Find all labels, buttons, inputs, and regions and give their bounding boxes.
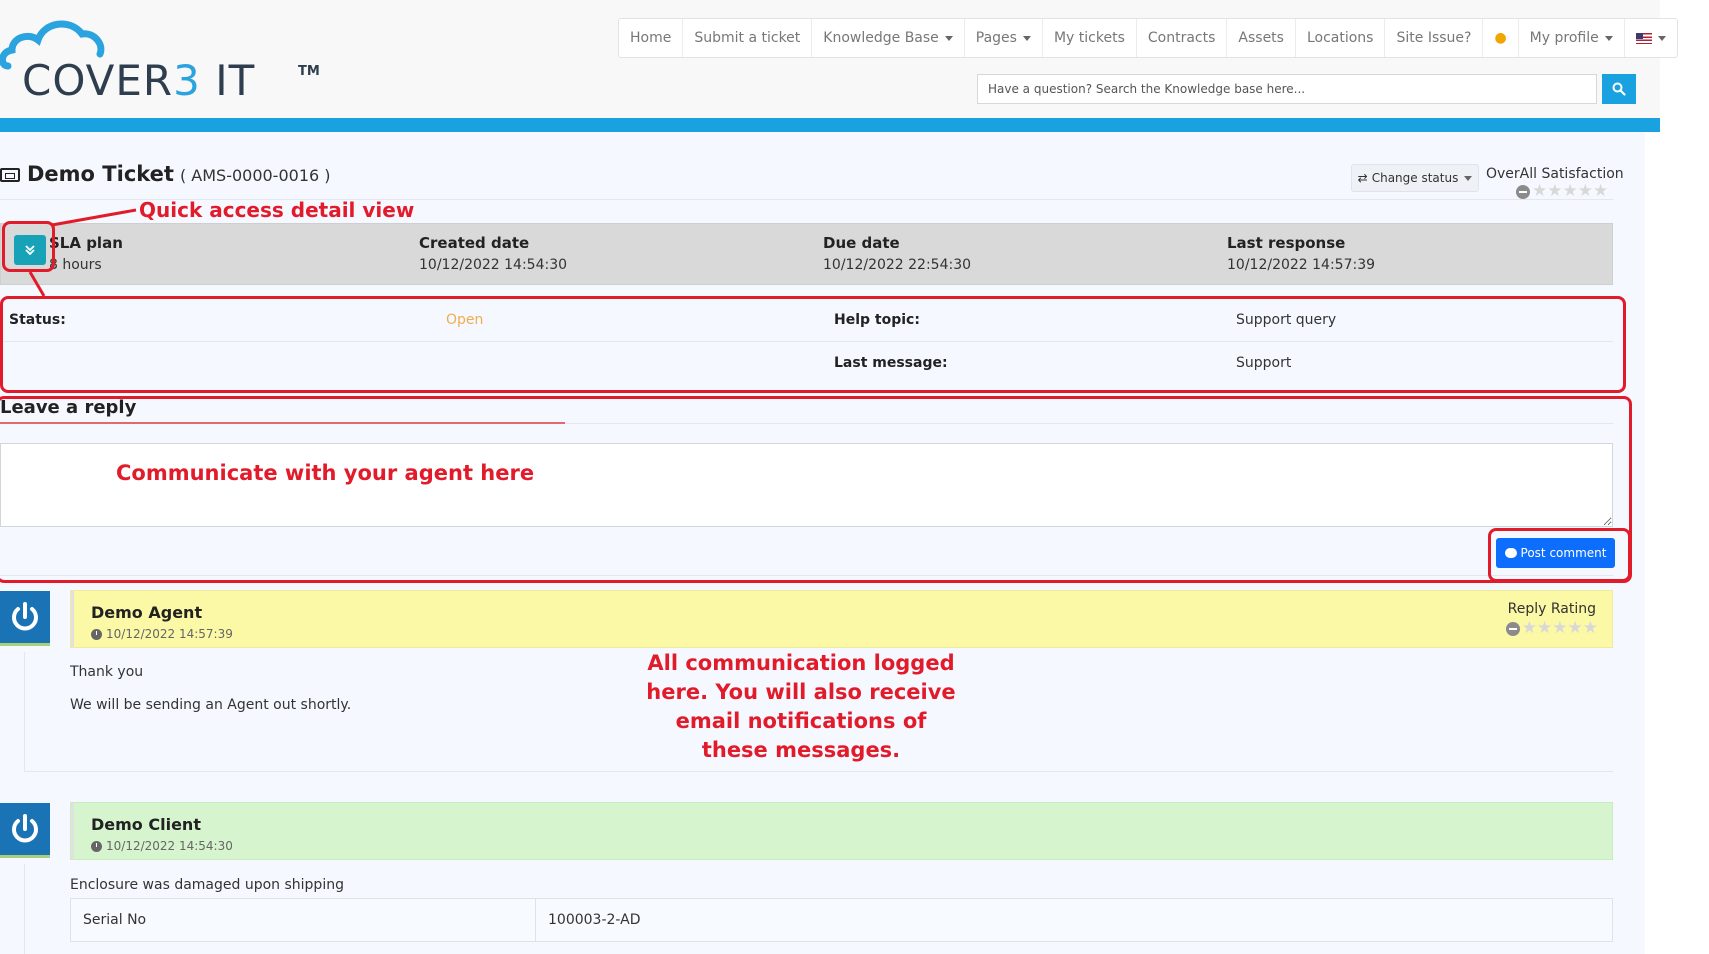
- lightbulb-icon: ●: [1494, 30, 1507, 46]
- ticket-icon: [0, 168, 20, 182]
- clock-icon: [91, 840, 102, 852]
- divider: [24, 864, 25, 954]
- nav-pages[interactable]: Pages: [965, 19, 1043, 57]
- chevron-down-icon: [1657, 35, 1666, 41]
- nav-assets[interactable]: Assets: [1227, 19, 1296, 57]
- nav-language[interactable]: [1625, 19, 1677, 57]
- message-date: 10/12/2022 14:57:39: [91, 627, 233, 641]
- header-accent-bar: [0, 118, 1660, 132]
- star-icon[interactable]: ★: [1537, 620, 1552, 637]
- page-title: Demo Ticket ( AMS-0000-0016 ): [0, 162, 331, 186]
- message-author: Demo Client: [91, 815, 201, 834]
- logo-wordmark: COVER3 IT: [22, 56, 256, 105]
- annotation-box-post: [1488, 528, 1631, 582]
- power-icon: [12, 602, 38, 631]
- annotation-connector: [28, 208, 137, 297]
- nav-site-issue[interactable]: Site Issue?: [1385, 19, 1484, 57]
- annotation-box-details: [0, 296, 1626, 393]
- star-icon[interactable]: ★: [1547, 183, 1562, 200]
- main-nav: Home Submit a ticket Knowledge Base Page…: [618, 18, 1678, 58]
- star-icon[interactable]: ★: [1532, 183, 1547, 200]
- trademark-mark: TM: [298, 64, 320, 79]
- message-header-client: Demo Client 10/12/2022 14:54:30: [70, 802, 1613, 860]
- sla-summary-bar: SLA plan 8 hours Created date 10/12/2022…: [0, 223, 1613, 285]
- message-header-agent: Demo Agent 10/12/2022 14:57:39 Reply Rat…: [70, 590, 1613, 648]
- nav-ideas[interactable]: ●: [1483, 19, 1519, 57]
- chevron-down-icon: [1604, 35, 1613, 41]
- ticket-code: ( AMS-0000-0016 ): [179, 166, 331, 185]
- site-header: COVER3 IT TM Home Submit a ticket Knowle…: [0, 0, 1678, 118]
- nav-knowledge-base[interactable]: Knowledge Base: [812, 19, 965, 57]
- star-icon[interactable]: ★: [1552, 620, 1567, 637]
- rating-cancel-icon[interactable]: [1505, 621, 1520, 636]
- page-gutter: [1645, 132, 1709, 954]
- reply-rating-label: Reply Rating: [1507, 601, 1596, 617]
- divider: [24, 771, 1613, 772]
- nav-my-tickets[interactable]: My tickets: [1043, 19, 1137, 57]
- field-value: 100003-2-AD: [548, 912, 641, 928]
- change-status-button[interactable]: ⇄ Change status: [1351, 164, 1479, 192]
- message-line: Thank you: [70, 664, 144, 680]
- custom-fields-table: Serial No 100003-2-AD: [70, 898, 1613, 942]
- annotation-quick-access: Quick access detail view: [139, 198, 415, 222]
- nav-locations[interactable]: Locations: [1296, 19, 1386, 57]
- field-key: Serial No: [71, 899, 536, 941]
- last-response: Last response 10/12/2022 14:57:39: [1227, 234, 1376, 273]
- due-date: Due date 10/12/2022 22:54:30: [823, 234, 972, 273]
- annotation-communicate: Communicate with your agent here: [116, 461, 535, 485]
- nav-contracts[interactable]: Contracts: [1137, 19, 1228, 57]
- nav-my-profile[interactable]: My profile: [1519, 19, 1625, 57]
- annotation-logged: All communication logged here. You will …: [646, 651, 956, 762]
- chevron-down-icon: [1022, 35, 1031, 41]
- avatar[interactable]: [0, 591, 50, 646]
- star-icon[interactable]: ★: [1578, 183, 1593, 200]
- power-icon: [12, 814, 38, 843]
- nav-submit-ticket[interactable]: Submit a ticket: [683, 19, 813, 57]
- us-flag-icon: [1635, 32, 1652, 44]
- star-icon[interactable]: ★: [1568, 620, 1583, 637]
- nav-home[interactable]: Home: [619, 19, 684, 57]
- reply-rating[interactable]: ★ ★ ★ ★ ★: [1505, 620, 1598, 637]
- kb-search-input[interactable]: [977, 74, 1597, 104]
- search-icon: [1612, 82, 1626, 96]
- chevron-down-icon: [944, 35, 953, 41]
- search-button[interactable]: [1602, 74, 1636, 104]
- annotation-box-reply: [0, 396, 1632, 583]
- star-icon[interactable]: ★: [1593, 183, 1608, 200]
- chevron-down-icon: [1464, 175, 1473, 181]
- message-author: Demo Agent: [91, 603, 203, 622]
- message-line: We will be sending an Agent out shortly.: [70, 697, 352, 713]
- overall-rating[interactable]: ★ ★ ★ ★ ★: [1516, 183, 1608, 200]
- star-icon[interactable]: ★: [1583, 620, 1598, 637]
- exchange-icon: ⇄: [1357, 171, 1368, 185]
- star-icon[interactable]: ★: [1563, 183, 1578, 200]
- divider: [24, 652, 25, 772]
- created-date: Created date 10/12/2022 14:54:30: [419, 234, 568, 273]
- star-icon[interactable]: ★: [1522, 620, 1537, 637]
- ticket-title: Demo Ticket: [27, 162, 174, 186]
- avatar[interactable]: [0, 803, 50, 858]
- message-date: 10/12/2022 14:54:30: [91, 839, 233, 853]
- overall-satisfaction-label: OverAll Satisfaction: [1486, 166, 1624, 182]
- message-line: Enclosure was damaged upon shipping: [70, 877, 344, 893]
- clock-icon: [91, 628, 102, 640]
- cover3it-logo[interactable]: COVER3 IT TM: [0, 14, 330, 104]
- rating-cancel-icon[interactable]: [1516, 184, 1530, 199]
